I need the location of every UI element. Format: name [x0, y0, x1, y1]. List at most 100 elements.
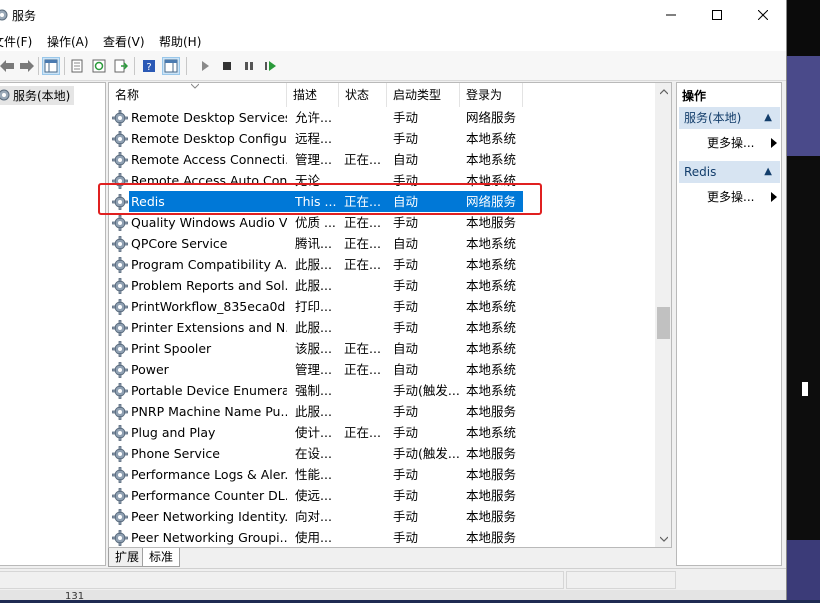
column-header-startup[interactable]: 启动类型 — [387, 83, 460, 107]
column-header-logon[interactable]: 登录为 — [460, 83, 523, 107]
service-description: 使计... — [295, 425, 332, 440]
service-startup-type: 手动 — [393, 110, 419, 125]
service-row[interactable]: Plug and Play 使计... 正在... 手动 本地系统 — [109, 422, 655, 443]
menu-help[interactable]: 帮助(H) — [159, 33, 201, 50]
tab-standard[interactable]: 标准 — [142, 548, 181, 567]
service-row[interactable]: Phone Service 在设... 手动(触发... 本地服务 — [109, 443, 655, 464]
service-gear-icon — [112, 110, 128, 126]
service-logon-as: 本地系统 — [466, 278, 517, 293]
service-row[interactable]: Remote Desktop Configu... 远程... 手动 本地系统 — [109, 128, 655, 149]
close-button[interactable] — [740, 0, 786, 30]
scrollbar-thumb[interactable] — [657, 307, 670, 339]
service-row[interactable]: PNRP Machine Name Pu... 此服... 手动 本地服务 — [109, 401, 655, 422]
service-row[interactable]: Program Compatibility A... 此服... 正在... 手动 本地… — [109, 254, 655, 275]
more-actions-redis[interactable]: 更多操... — [707, 187, 754, 207]
service-row[interactable]: Peer Networking Identity... 向对... 手动 本地服务 — [109, 506, 655, 527]
service-row[interactable]: Quality Windows Audio V... 优质 ... 正在... 手动 本… — [109, 212, 655, 233]
toolbar-separator — [186, 57, 187, 75]
service-status — [344, 128, 386, 149]
pause-service-button[interactable] — [240, 57, 258, 75]
restart-service-button[interactable] — [262, 57, 280, 75]
service-logon-as: 网络服务 — [466, 110, 517, 125]
vertical-scrollbar[interactable] — [655, 83, 671, 547]
service-gear-icon — [112, 467, 128, 483]
actions-group-services-local[interactable]: 服务(本地) ▲ — [679, 107, 780, 129]
service-row[interactable]: Printer Extensions and N... 此服... 手动 本地系统 — [109, 317, 655, 338]
service-name: Performance Logs & Aler... — [131, 467, 287, 482]
toolbar-separator — [38, 57, 39, 75]
actions-group-label: 服务(本地) — [684, 111, 742, 125]
service-logon-as: 本地服务 — [466, 530, 517, 545]
submenu-arrow-icon — [771, 137, 777, 151]
service-description: 管理... — [295, 152, 332, 167]
show-hide-console-tree-button[interactable] — [42, 57, 60, 75]
service-row[interactable]: PrintWorkflow_835eca0d 打印... 手动 本地系统 — [109, 296, 655, 317]
back-button[interactable] — [0, 57, 16, 75]
service-startup-type: 手动 — [393, 278, 419, 293]
menu-view[interactable]: 查看(V) — [103, 33, 145, 50]
tab-extended[interactable]: 扩展 — [108, 548, 147, 567]
service-status: 正在... — [344, 236, 381, 251]
scroll-down-button[interactable] — [655, 530, 671, 547]
service-gear-icon — [112, 404, 128, 420]
help-button[interactable]: ? — [140, 57, 158, 75]
service-status — [344, 401, 386, 422]
minimize-button[interactable] — [648, 0, 694, 30]
toolbar-separator — [64, 57, 65, 75]
service-name: Peer Networking Groupi... — [131, 530, 287, 545]
service-row[interactable]: Problem Reports and Sol... 此服... 手动 本地系统 — [109, 275, 655, 296]
export-list-icon — [114, 59, 128, 73]
service-gear-icon — [112, 509, 128, 525]
more-actions-services-local[interactable]: 更多操... — [707, 133, 754, 153]
menu-action[interactable]: 操作(A) — [47, 33, 89, 50]
service-name: Problem Reports and Sol... — [131, 278, 287, 293]
services-gear-icon — [0, 9, 8, 21]
menu-file[interactable]: 文件(F) — [0, 33, 32, 50]
service-name: PrintWorkflow_835eca0d — [131, 299, 286, 314]
service-row[interactable]: Performance Counter DL... 使远... 手动 本地服务 — [109, 485, 655, 506]
start-service-button[interactable] — [196, 57, 214, 75]
scroll-up-button[interactable] — [655, 83, 671, 100]
arrow-right-icon — [20, 60, 34, 72]
service-row[interactable]: QPCore Service 腾讯... 正在... 自动 本地系统 — [109, 233, 655, 254]
properties-button[interactable] — [68, 57, 86, 75]
service-name: Phone Service — [131, 446, 220, 461]
show-hide-action-pane-button[interactable] — [162, 57, 180, 75]
tree-item-services-local[interactable]: 服务(本地) — [0, 86, 75, 105]
service-status — [344, 443, 386, 464]
service-status — [344, 485, 386, 506]
collapse-up-icon: ▲ — [764, 112, 772, 123]
service-startup-type: 自动 — [393, 152, 419, 167]
stop-service-button[interactable] — [218, 57, 236, 75]
forward-button[interactable] — [18, 57, 36, 75]
service-gear-icon — [112, 362, 128, 378]
service-row[interactable]: Remote Desktop Services 允许... 手动 网络服务 — [109, 107, 655, 128]
maximize-button[interactable] — [694, 0, 740, 30]
service-status — [344, 380, 386, 401]
service-row[interactable]: Performance Logs & Aler... 性能... 手动 本地服务 — [109, 464, 655, 485]
column-header-desc[interactable]: 描述 — [287, 83, 339, 107]
service-name: Remote Desktop Services — [131, 110, 287, 125]
service-description: 远程... — [295, 131, 332, 146]
service-logon-as: 本地系统 — [466, 299, 517, 314]
service-logon-as: 本地系统 — [466, 320, 517, 335]
actions-pane: 操作 服务(本地) ▲ 更多操... Redis ▲ 更多操... — [676, 82, 782, 566]
service-logon-as: 本地服务 — [466, 404, 517, 419]
refresh-button[interactable] — [90, 57, 108, 75]
service-row[interactable]: Portable Device Enumera... 强制... 手动(触发... 本… — [109, 380, 655, 401]
sort-chevron-icon — [191, 83, 199, 89]
toolbar-separator — [134, 57, 135, 75]
service-row[interactable]: Peer Networking Groupi... 使用... 手动 本地服务 — [109, 527, 655, 547]
service-row[interactable]: Power 管理... 正在... 自动 本地系统 — [109, 359, 655, 380]
actions-group-redis[interactable]: Redis ▲ — [679, 161, 780, 183]
arrow-left-icon — [0, 60, 14, 72]
service-name: Peer Networking Identity... — [131, 509, 287, 524]
service-description: 性能... — [295, 467, 332, 482]
column-header-status[interactable]: 状态 — [339, 83, 387, 107]
service-row[interactable]: Remote Access Connecti... 管理... 正在... 自动 本地系… — [109, 149, 655, 170]
column-header-name[interactable]: 名称 — [109, 83, 287, 107]
export-list-button[interactable] — [112, 57, 130, 75]
chevron-up-icon — [659, 88, 668, 94]
service-row[interactable]: Print Spooler 该服... 正在... 自动 本地系统 — [109, 338, 655, 359]
view-tabs: 扩展 标准 — [108, 548, 308, 568]
